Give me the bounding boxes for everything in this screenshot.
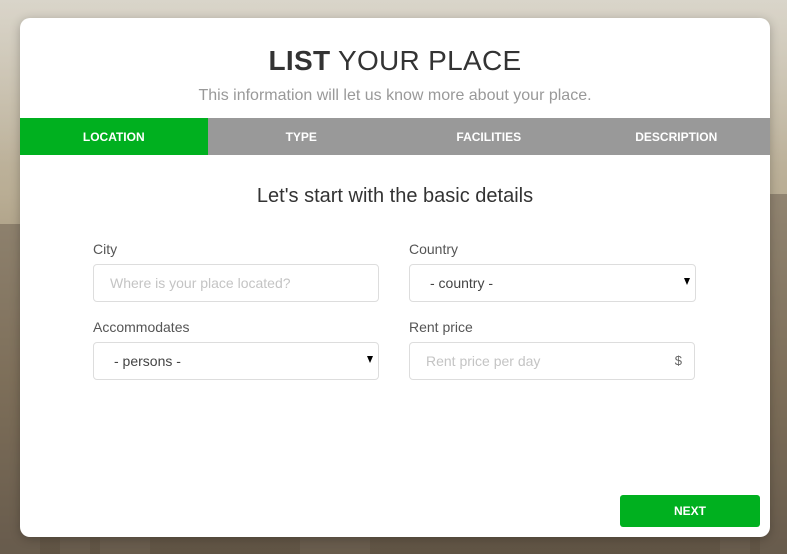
city-field-group: City (93, 241, 379, 302)
accommodates-select[interactable]: - persons - (93, 342, 379, 380)
title-bold: LIST (268, 45, 331, 76)
accommodates-selected-value: - persons - (114, 353, 181, 369)
accommodates-label: Accommodates (93, 319, 190, 335)
city-input[interactable] (94, 265, 378, 301)
chevron-down-icon (684, 278, 690, 285)
country-field-group: Country - country - (409, 241, 696, 302)
rent-price-input[interactable] (410, 343, 694, 379)
dollar-icon: $ (674, 353, 682, 368)
page-subtitle: This information will let us know more a… (198, 87, 592, 104)
city-control (93, 264, 379, 302)
rent-price-field-group: Rent price $ (409, 319, 695, 380)
page-title: LIST YOUR PLACE (20, 45, 770, 77)
country-select[interactable]: - country - (409, 264, 696, 302)
dialog-header: LIST YOUR PLACE This information will le… (20, 18, 770, 105)
chevron-down-icon (367, 356, 373, 363)
country-label: Country (409, 241, 459, 257)
country-selected-value: - country - (430, 275, 494, 291)
next-button[interactable]: NEXT (620, 495, 760, 527)
tab-description[interactable]: DESCRIPTION (583, 118, 771, 155)
tab-location[interactable]: LOCATION (20, 118, 208, 155)
tab-type[interactable]: TYPE (208, 118, 396, 155)
tab-facilities[interactable]: FACILITIES (395, 118, 583, 155)
wizard-tabs: LOCATION TYPE FACILITIES DESCRIPTION (20, 118, 770, 155)
rent-price-label: Rent price (409, 319, 473, 335)
city-label: City (93, 241, 118, 257)
accommodates-field-group: Accommodates - persons - (93, 319, 379, 380)
rent-price-control: $ (409, 342, 695, 380)
title-rest: YOUR PLACE (337, 45, 522, 76)
section-title: Let's start with the basic details (256, 185, 534, 207)
list-your-place-dialog: LIST YOUR PLACE This information will le… (20, 18, 770, 537)
